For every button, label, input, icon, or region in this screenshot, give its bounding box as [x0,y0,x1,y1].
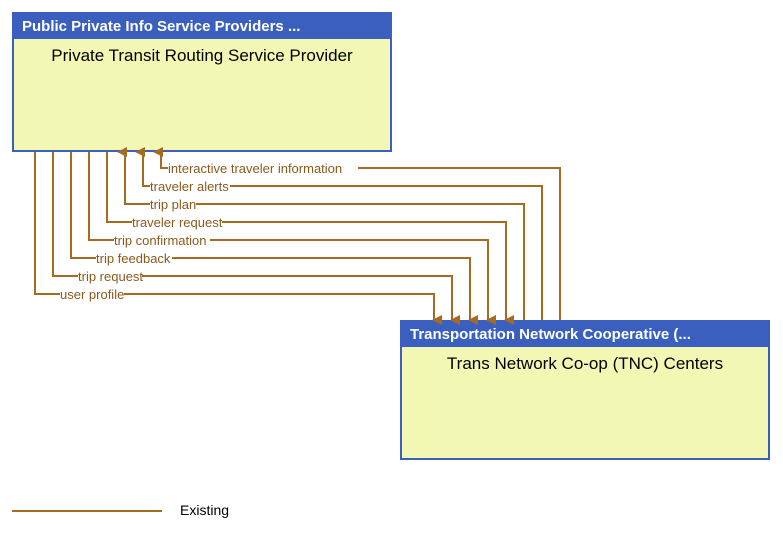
flow-label-trip-feedback: trip feedback [96,252,170,265]
flow-label-traveler-request: traveler request [132,216,222,229]
box-tnc-centers: Transportation Network Cooperative (... … [400,320,770,460]
flow-label-user-profile: user profile [60,288,124,301]
diagram-canvas: Public Private Info Service Providers ..… [0,0,783,543]
box-header-top: Public Private Info Service Providers ..… [14,14,390,39]
box-private-transit-routing: Public Private Info Service Providers ..… [12,12,392,152]
flow-label-trip-plan: trip plan [150,198,196,211]
box-header-bottom: Transportation Network Cooperative (... [402,322,768,347]
flow-label-traveler-alerts: traveler alerts [150,180,229,193]
box-title-bottom: Trans Network Co-op (TNC) Centers [402,347,768,374]
legend-label-existing: Existing [180,502,229,518]
flow-label-trip-request: trip request [78,270,143,283]
flow-label-trip-confirmation: trip confirmation [114,234,206,247]
box-title-top: Private Transit Routing Service Provider [14,39,390,66]
flow-label-interactive-traveler-information: interactive traveler information [168,162,342,175]
legend-line-existing [12,510,162,512]
